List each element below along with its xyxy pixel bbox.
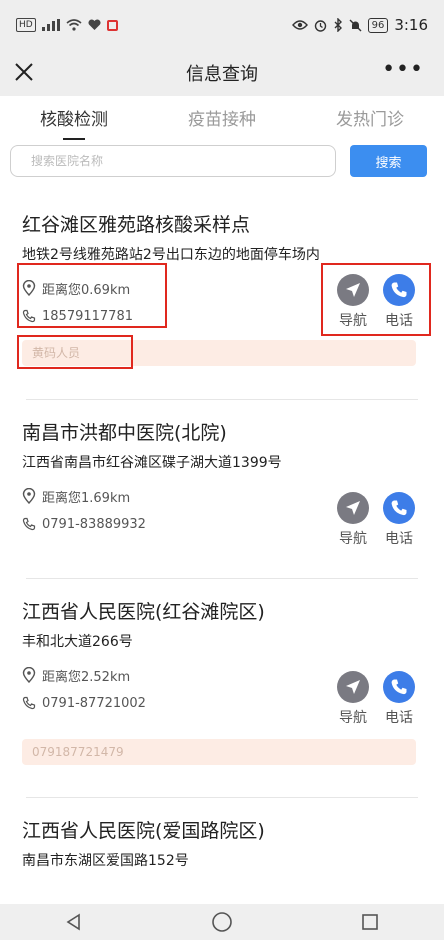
site-address: 南昌市东湖区爱国路152号 — [22, 853, 189, 869]
list-item[interactable]: 江西省人民医院(红谷滩院区) 丰和北大道266号 距离您2.52km 0791-… — [0, 579, 444, 797]
site-list: 红谷滩区雅苑路核酸采样点 地铁2号线雅苑路站2号出口东边的地面停车场内 距离您0… — [0, 192, 444, 908]
site-phone: 0791-83889932 — [42, 516, 146, 532]
status-bar: HD 96 3:16 — [0, 0, 444, 50]
call-circle — [383, 274, 415, 306]
bluetooth-icon — [334, 18, 342, 32]
location-pin-icon — [22, 280, 36, 296]
phone-small-icon — [22, 517, 36, 531]
status-left: HD — [16, 18, 118, 32]
close-icon[interactable] — [12, 60, 36, 84]
list-item[interactable]: 南昌市洪都中医院(北院) 江西省南昌市红谷滩区碟子湖大道1399号 距离您1.6… — [0, 400, 444, 578]
app-notification-icon — [106, 19, 118, 31]
location-pin-icon — [22, 667, 36, 683]
recent-apps-icon[interactable] — [360, 912, 380, 932]
call-circle — [383, 671, 415, 703]
tab-vaccination[interactable]: 疫苗接种 — [188, 105, 256, 136]
list-item[interactable]: 红谷滩区雅苑路核酸采样点 地铁2号线雅苑路站2号出口东边的地面停车场内 距离您0… — [0, 192, 444, 399]
site-name: 江西省人民医院(红谷滩院区) — [22, 601, 265, 623]
site-name: 红谷滩区雅苑路核酸采样点 — [22, 214, 251, 236]
system-nav-bar — [0, 904, 444, 940]
back-icon[interactable] — [64, 912, 84, 932]
nav-bar: 信息查询 ••• — [0, 50, 444, 96]
call-button[interactable]: 电话 — [382, 671, 416, 727]
clock: 3:16 — [394, 16, 428, 34]
site-distance: 距离您1.69km — [42, 490, 131, 506]
site-distance: 距离您2.52km — [42, 669, 131, 685]
site-distance: 距离您0.69km — [42, 282, 131, 298]
navigate-label: 导航 — [339, 313, 367, 329]
tab-bar: 核酸检测 疫苗接种 发热门诊 — [0, 100, 444, 140]
hd-badge: HD — [16, 18, 36, 32]
home-icon[interactable] — [211, 911, 233, 933]
navigate-button[interactable]: 导航 — [336, 671, 370, 727]
tab-nucleic-test[interactable]: 核酸检测 — [40, 105, 108, 136]
navigate-circle — [337, 274, 369, 306]
eye-icon — [291, 20, 308, 30]
tag-bar: 黄码人员 — [22, 340, 416, 366]
wifi-icon — [66, 19, 82, 31]
phone-small-icon — [22, 309, 36, 323]
navigate-label: 导航 — [339, 710, 367, 726]
site-address: 地铁2号线雅苑路站2号出口东边的地面停车场内 — [22, 247, 320, 263]
call-label: 电话 — [385, 531, 413, 547]
site-name: 江西省人民医院(爱国路院区) — [22, 820, 265, 842]
call-button[interactable]: 电话 — [382, 492, 416, 548]
search-input[interactable] — [10, 145, 336, 177]
site-actions: 导航 电话 — [336, 671, 416, 727]
navigate-label: 导航 — [339, 531, 367, 547]
mute-icon — [349, 19, 362, 31]
navigate-circle — [337, 671, 369, 703]
call-button[interactable]: 电话 — [382, 274, 416, 330]
signal-icon — [41, 19, 60, 31]
call-label: 电话 — [385, 710, 413, 726]
site-phone: 18579117781 — [42, 308, 133, 324]
more-icon[interactable]: ••• — [382, 58, 424, 82]
site-actions: 导航 电话 — [336, 492, 416, 548]
status-right: 96 3:16 — [291, 16, 428, 34]
page-title: 信息查询 — [186, 64, 258, 85]
site-address: 江西省南昌市红谷滩区碟子湖大道1399号 — [22, 455, 282, 471]
phone-icon — [391, 500, 407, 516]
navigate-arrow-icon — [346, 501, 360, 515]
navigate-circle — [337, 492, 369, 524]
navigate-button[interactable]: 导航 — [336, 274, 370, 330]
call-label: 电话 — [385, 313, 413, 329]
site-address: 丰和北大道266号 — [22, 634, 133, 650]
tab-fever-clinic[interactable]: 发热门诊 — [336, 105, 404, 136]
navigate-arrow-icon — [346, 283, 360, 297]
phone-icon — [391, 679, 407, 695]
phone-icon — [391, 282, 407, 298]
search-row: 搜索 — [10, 144, 430, 178]
search-button[interactable]: 搜索 — [350, 145, 427, 177]
heart-icon — [88, 19, 101, 30]
location-pin-icon — [22, 488, 36, 504]
list-item[interactable]: 江西省人民医院(爱国路院区) 南昌市东湖区爱国路152号 — [0, 798, 444, 908]
call-circle — [383, 492, 415, 524]
site-name: 南昌市洪都中医院(北院) — [22, 422, 227, 444]
navigate-button[interactable]: 导航 — [336, 492, 370, 548]
tag-bar: 079187721479 — [22, 739, 416, 765]
navigate-arrow-icon — [346, 680, 360, 694]
alarm-icon — [314, 19, 326, 32]
site-phone: 0791-87721002 — [42, 695, 146, 711]
battery-icon: 96 — [367, 17, 389, 33]
phone-small-icon — [22, 696, 36, 710]
site-actions: 导航 电话 — [336, 274, 416, 330]
